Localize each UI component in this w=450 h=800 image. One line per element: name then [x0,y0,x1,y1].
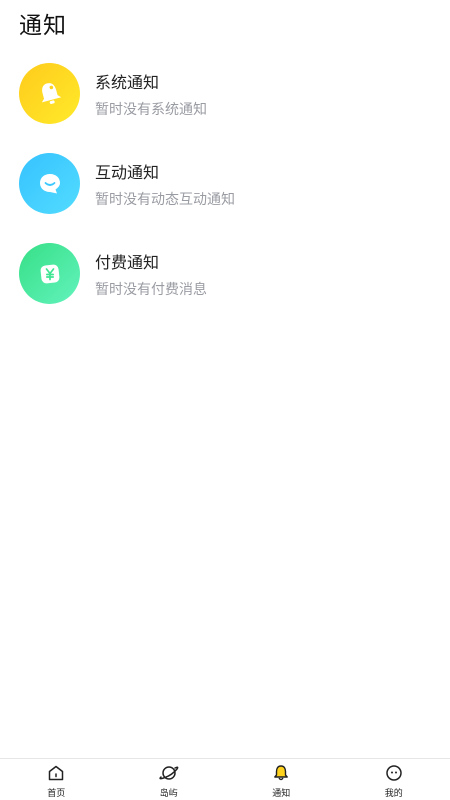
notifications-page: 通知 系统通知 暂时没有系统通知 互动通知 暂时没有动态互动通知 付费通知 暂时… [0,0,450,800]
page-title: 通知 [19,13,67,39]
system-notification-avatar [19,63,80,124]
notification-title: 互动通知 [95,163,160,182]
yen-icon [35,259,65,289]
notification-item-interaction[interactable]: 互动通知 暂时没有动态互动通知 [0,152,450,242]
tab-label: 岛屿 [159,789,178,799]
home-icon [46,763,66,783]
notification-title: 付费通知 [95,253,160,272]
tab-profile[interactable]: 我的 [338,759,450,800]
notification-subtitle: 暂时没有付费消息 [95,282,207,298]
chat-bubble-icon [35,169,65,199]
tab-label: 首页 [47,789,66,799]
notification-title: 系统通知 [95,73,160,92]
notification-subtitle: 暂时没有系统通知 [95,102,207,118]
interaction-notification-avatar [19,153,80,214]
tab-notifications[interactable]: 通知 [225,759,338,800]
tab-label: 通知 [272,789,291,799]
notification-item-payment[interactable]: 付费通知 暂时没有付费消息 [0,242,450,332]
tab-islands[interactable]: 岛屿 [113,759,226,800]
face-icon [384,763,404,783]
tab-home[interactable]: 首页 [0,759,113,800]
notification-list: 系统通知 暂时没有系统通知 互动通知 暂时没有动态互动通知 付费通知 暂时没有付… [0,62,450,332]
notification-subtitle: 暂时没有动态互动通知 [95,192,235,208]
planet-icon [159,763,179,783]
payment-notification-avatar [19,243,80,304]
notification-item-system[interactable]: 系统通知 暂时没有系统通知 [0,62,450,152]
bottom-tab-bar: 首页 岛屿 通知 我的 [0,758,450,800]
tab-label: 我的 [384,789,403,799]
bell-icon [35,79,65,109]
bell-icon [271,763,291,783]
